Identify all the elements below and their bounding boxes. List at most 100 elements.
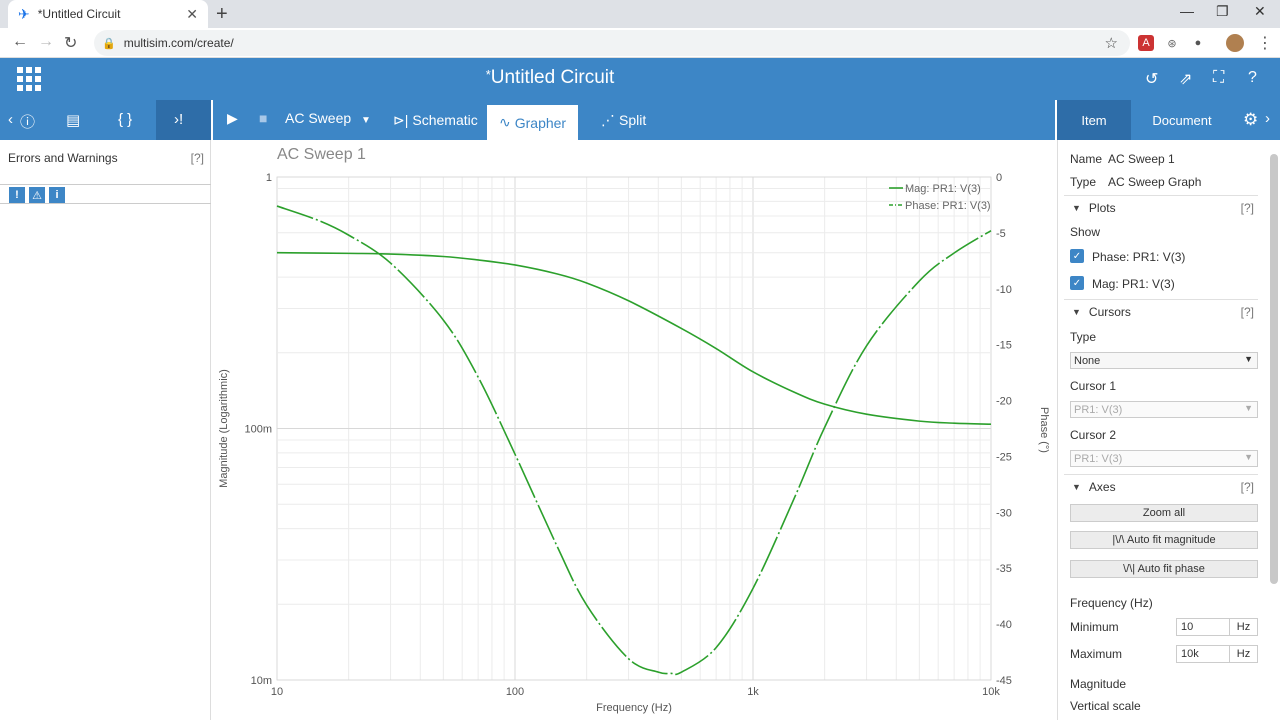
cursor2-label: Cursor 2 (1070, 428, 1117, 442)
fullscreen-icon[interactable]: ⛶ (1213, 69, 1224, 87)
auto-fit-magnitude-button[interactable]: |\/\ Auto fit magnitude (1070, 531, 1258, 549)
browser-tab[interactable]: ✈ *Untitled Circuit ✕ (8, 0, 208, 28)
help-icon[interactable]: ? (1248, 69, 1257, 87)
grapher-panel: AC Sweep 1 10 100 1k 10k 1 100m 10m 0 -5 -10 -15 -2… (213, 140, 1055, 720)
frequency-label: Frequency (Hz) (1070, 596, 1153, 610)
lock-icon: 🔒 (102, 37, 116, 50)
y2-tick-label: -5 (996, 228, 1006, 240)
gear-icon[interactable]: ⚙ (1243, 110, 1258, 130)
x-tick-label: 10k (982, 686, 1000, 698)
minimum-label: Minimum (1070, 620, 1119, 634)
chevron-down-icon: ▼ (1244, 452, 1253, 462)
errors-icon: ›! (174, 111, 184, 128)
maximum-frequency-input[interactable]: 10k Hz (1176, 645, 1258, 663)
bookmark-star-icon[interactable]: ☆ (1105, 34, 1118, 52)
tab-grapher[interactable]: ∿ Grapher (487, 105, 579, 140)
y2-tick-label: -30 (996, 507, 1012, 519)
tab-split[interactable]: ⋰ Split (589, 105, 658, 135)
cursor2-select[interactable]: PR1: V(3) ▼ (1070, 450, 1258, 467)
x-tick-label: 10 (271, 686, 283, 698)
phase-plot-checkbox[interactable]: ✓ (1070, 249, 1084, 263)
type-value: AC Sweep Graph (1108, 175, 1202, 189)
properties-panel: Name AC Sweep 1 Type AC Sweep Graph ▼ Plo… (1057, 140, 1280, 720)
back-icon[interactable]: ← (12, 33, 28, 51)
errors-tab[interactable]: ›! (156, 100, 211, 140)
tab-title: *Untitled Circuit (37, 7, 121, 21)
warning-filter-icon[interactable]: ⚠ (29, 187, 45, 203)
chevron-down-icon: ▼ (1244, 403, 1253, 413)
tab-document[interactable]: Document (1131, 100, 1233, 140)
close-tab-icon[interactable]: ✕ (186, 6, 198, 23)
tab-item[interactable]: Item (1057, 100, 1131, 140)
zoom-all-button[interactable]: Zoom all (1070, 504, 1258, 522)
left-toolbar: ‹ ⓘ ▤ { } ›! (0, 100, 211, 140)
code-braces-icon[interactable]: { } (118, 111, 132, 128)
properties-toolbar: Item Document ⚙ › (1057, 100, 1280, 140)
cursor-type-label: Type (1070, 330, 1097, 344)
cursor1-select[interactable]: PR1: V(3) ▼ (1070, 401, 1258, 418)
simulate-icon[interactable]: ↺ (1145, 69, 1158, 89)
scrollbar[interactable] (1270, 154, 1278, 584)
auto-fit-phase-button[interactable]: \/\| Auto fit phase (1070, 560, 1258, 578)
y-tick-label: 1 (266, 172, 272, 184)
share-icon[interactable]: ⇗ (1179, 69, 1192, 89)
url-field[interactable]: 🔒 multisim.com/create/ ☆ (94, 30, 1130, 56)
app-header: *Untitled Circuit ↺ ⇗ ⛶ ? (0, 58, 1280, 100)
ac-sweep-chart[interactable]: 10 100 1k 10k 1 100m 10m 0 -5 -10 -15 -20 -25 -30 -35 -… (213, 140, 1055, 720)
y2-tick-label: -25 (996, 451, 1012, 463)
minimum-frequency-input[interactable]: 10 Hz (1176, 618, 1258, 636)
split-icon: ⋰ (601, 111, 615, 128)
close-window-icon[interactable]: ✕ (1254, 3, 1266, 20)
y-tick-label: 100m (244, 424, 272, 436)
plots-section-header[interactable]: ▼ Plots [?] (1064, 195, 1258, 219)
extension-icon[interactable]: ⊛ (1164, 35, 1180, 51)
help-link[interactable]: [?] (191, 151, 204, 165)
collapse-right-icon[interactable]: › (1265, 110, 1270, 127)
reload-icon[interactable]: ↻ (64, 33, 77, 53)
x-tick-label: 1k (747, 686, 759, 698)
info-icon[interactable]: ⓘ (20, 111, 35, 132)
run-icon[interactable]: ▶ (227, 110, 238, 127)
url-text: multisim.com/create/ (123, 36, 234, 50)
menu-kebab-icon[interactable]: ⋮ (1257, 33, 1273, 53)
graph-toolbar: ▶ ■ AC Sweep ▼ ⊳| Schematic ∿ Grapher ⋰ Spl… (213, 100, 1055, 140)
error-filter-icon[interactable]: ! (9, 187, 25, 203)
y-tick-label: 10m (251, 675, 272, 687)
y2-tick-label: -35 (996, 563, 1012, 575)
cursors-section-header[interactable]: ▼ Cursors [?] (1064, 299, 1258, 323)
collapse-triangle-icon: ▼ (1072, 481, 1081, 492)
type-label: Type (1070, 175, 1097, 189)
show-label: Show (1070, 225, 1101, 239)
maximize-icon[interactable]: ❐ (1216, 3, 1229, 20)
collapse-left-icon[interactable]: ‹ (8, 111, 13, 128)
profile-avatar[interactable] (1226, 34, 1244, 52)
tab-schematic[interactable]: ⊳| Schematic (381, 105, 490, 135)
y2-tick-label: -40 (996, 619, 1012, 631)
legend-entry: Phase: PR1: V(3) (905, 200, 991, 212)
x-axis-label: Frequency (Hz) (596, 702, 672, 714)
vertical-scale-label: Vertical scale (1070, 699, 1141, 713)
y-axis-label: Magnitude (Logarithmic) (218, 369, 230, 488)
pdf-extension-icon[interactable]: A (1138, 35, 1154, 51)
collapse-triangle-icon: ▼ (1072, 306, 1081, 317)
chevron-down-icon: ▼ (1244, 354, 1253, 364)
stop-icon[interactable]: ■ (259, 110, 267, 126)
cursor-type-select[interactable]: None ▼ (1070, 352, 1258, 369)
y2-tick-label: -20 (996, 396, 1012, 408)
x-tick-label: 100 (506, 686, 524, 698)
minimize-icon[interactable]: — (1180, 3, 1194, 19)
name-label: Name (1070, 152, 1103, 166)
info-filter-icon[interactable]: i (49, 187, 65, 203)
y2-tick-label: 0 (996, 172, 1002, 184)
collapse-triangle-icon: ▼ (1072, 202, 1081, 213)
new-tab-icon[interactable]: + (216, 3, 228, 26)
maximum-label: Maximum (1070, 647, 1123, 661)
analysis-select[interactable]: AC Sweep ▼ (285, 110, 371, 126)
document-icon[interactable]: ▤ (66, 111, 80, 129)
forward-icon[interactable]: → (38, 33, 54, 51)
multisim-favicon-icon: ✈ (18, 5, 30, 22)
axes-section-header[interactable]: ▼ Axes [?] (1064, 474, 1258, 498)
extension-circle-icon[interactable]: ● (1190, 35, 1206, 51)
mag-plot-checkbox[interactable]: ✓ (1070, 276, 1084, 290)
page-title: *Untitled Circuit (485, 67, 615, 88)
